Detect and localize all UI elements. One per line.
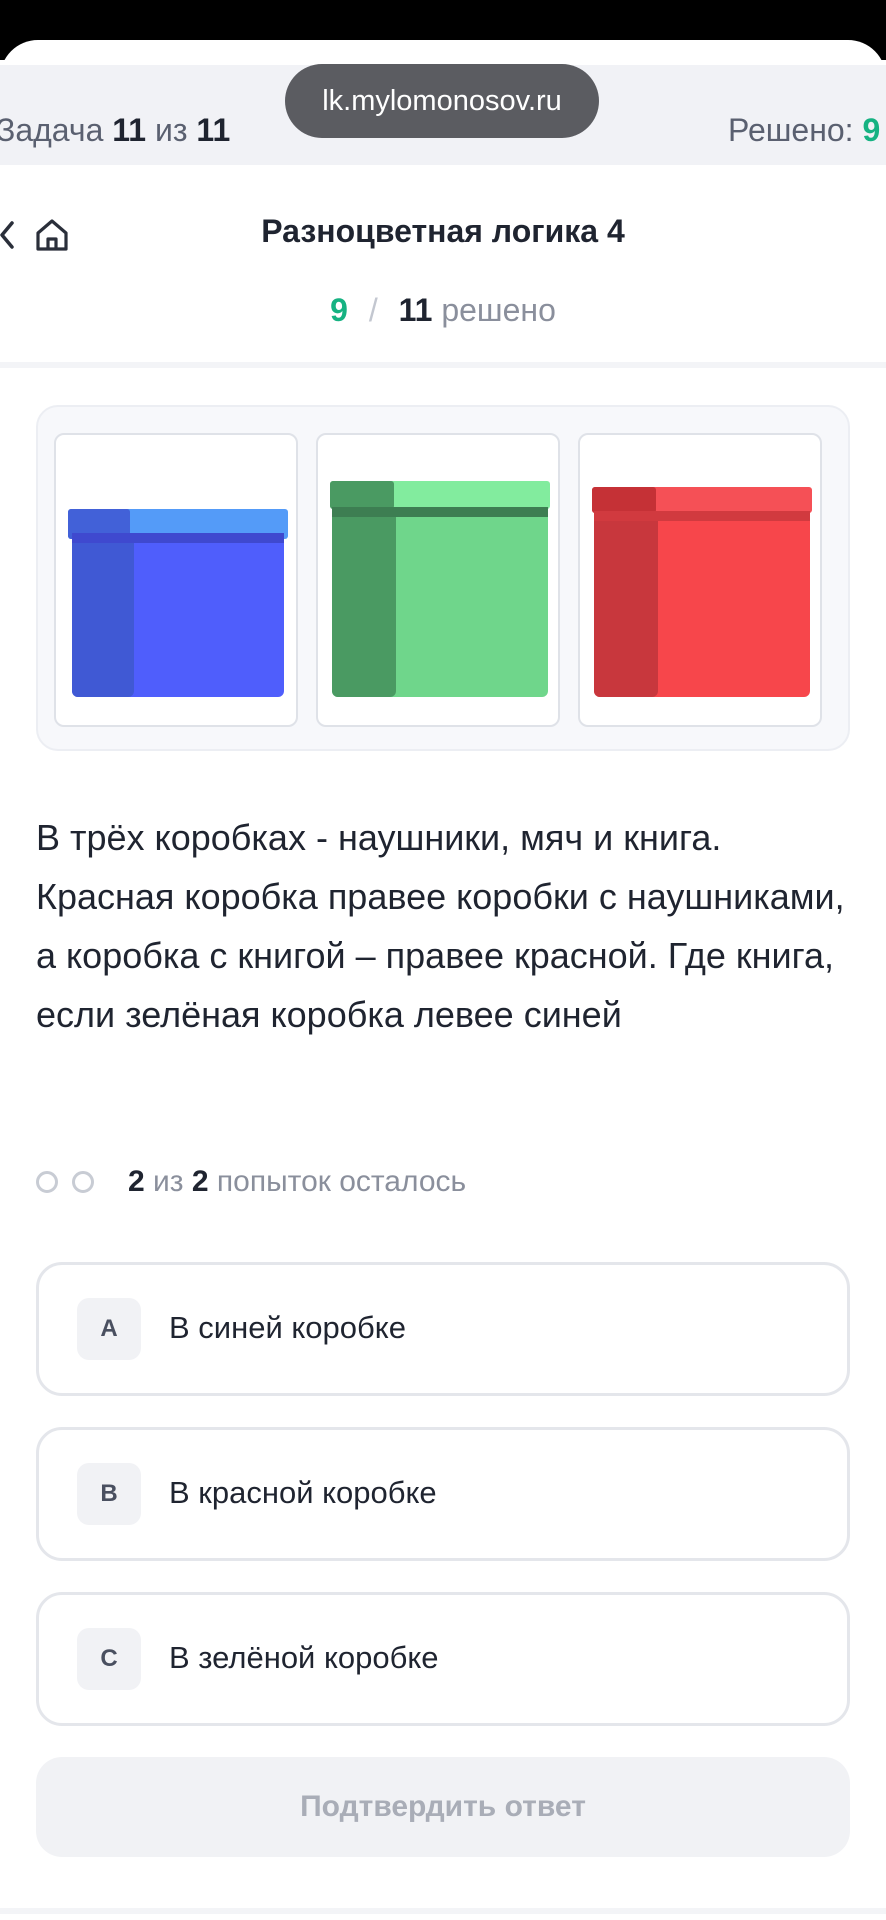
answer-option-b[interactable]: B В красной коробке — [36, 1427, 850, 1561]
task-counter: Задача 11 из 11 — [0, 112, 230, 149]
blue-box-image — [68, 509, 288, 697]
task-current: 11 — [112, 112, 147, 148]
page-title: Разноцветная логика 4 — [261, 213, 625, 249]
bottom-divider — [0, 1908, 886, 1914]
solved-prefix: Решено: — [728, 112, 854, 148]
box-card-blue — [54, 433, 298, 727]
answer-option-a[interactable]: A В синей коробке — [36, 1262, 850, 1396]
green-box-image — [330, 481, 550, 697]
progress-solved: 9 — [330, 292, 348, 328]
box-card-green — [316, 433, 560, 727]
task-of: из — [154, 112, 188, 148]
back-button[interactable] — [0, 215, 26, 255]
task-counter-prefix: Задача — [0, 112, 104, 148]
solved-counter: Решено: 9 — [728, 112, 880, 149]
green-box-lid-shadow — [332, 507, 548, 517]
red-box-body-side — [594, 507, 658, 697]
answer-option-c[interactable]: C В зелёной коробке — [36, 1592, 850, 1726]
blue-box-body-side — [72, 531, 134, 697]
attempts-text: 2 из 2 попыток осталось — [128, 1165, 466, 1199]
progress-total: 11 — [398, 292, 433, 328]
header-divider — [0, 362, 886, 368]
attempt-dot — [36, 1171, 58, 1193]
attempt-dot — [72, 1171, 94, 1193]
confirm-answer-button[interactable]: Подтвердить ответ — [36, 1757, 850, 1857]
attempts-indicator: 2 из 2 попыток осталось — [36, 1163, 736, 1207]
boxes-illustration — [36, 405, 850, 751]
progress-separator: / — [368, 292, 378, 328]
option-letter: A — [77, 1298, 141, 1360]
box-card-red — [578, 433, 822, 727]
question-text: В трёх коробках - наушники, мяч и книга.… — [36, 817, 845, 1035]
progress-indicator: 9 / 11 решено — [0, 292, 886, 329]
red-box-lid-shadow — [594, 511, 810, 521]
solved-count: 9 — [862, 112, 881, 148]
task-total: 11 — [196, 112, 231, 148]
attempts-label: попыток осталось — [216, 1165, 467, 1198]
attempts-left: 2 — [128, 1165, 145, 1198]
option-label: В красной коробке — [169, 1475, 437, 1510]
option-letter: C — [77, 1628, 141, 1690]
progress-label: решено — [441, 292, 556, 328]
url-pill[interactable]: lk.mylomonosov.ru — [285, 64, 599, 138]
red-box-lid-side — [592, 487, 656, 513]
chevron-left-icon — [0, 221, 14, 249]
blue-box-lid-shadow — [72, 533, 284, 543]
green-box-lid-side — [330, 481, 394, 509]
home-icon — [36, 219, 68, 251]
option-label: В синей коробке — [169, 1310, 406, 1345]
option-letter: B — [77, 1463, 141, 1525]
green-box-body-side — [332, 493, 396, 697]
home-button[interactable] — [32, 215, 72, 255]
red-box-image — [592, 487, 812, 697]
attempts-of: из — [153, 1165, 184, 1198]
attempts-total: 2 — [191, 1165, 209, 1198]
option-label: В зелёной коробке — [169, 1640, 439, 1675]
page-header: Разноцветная логика 4 — [0, 200, 886, 270]
